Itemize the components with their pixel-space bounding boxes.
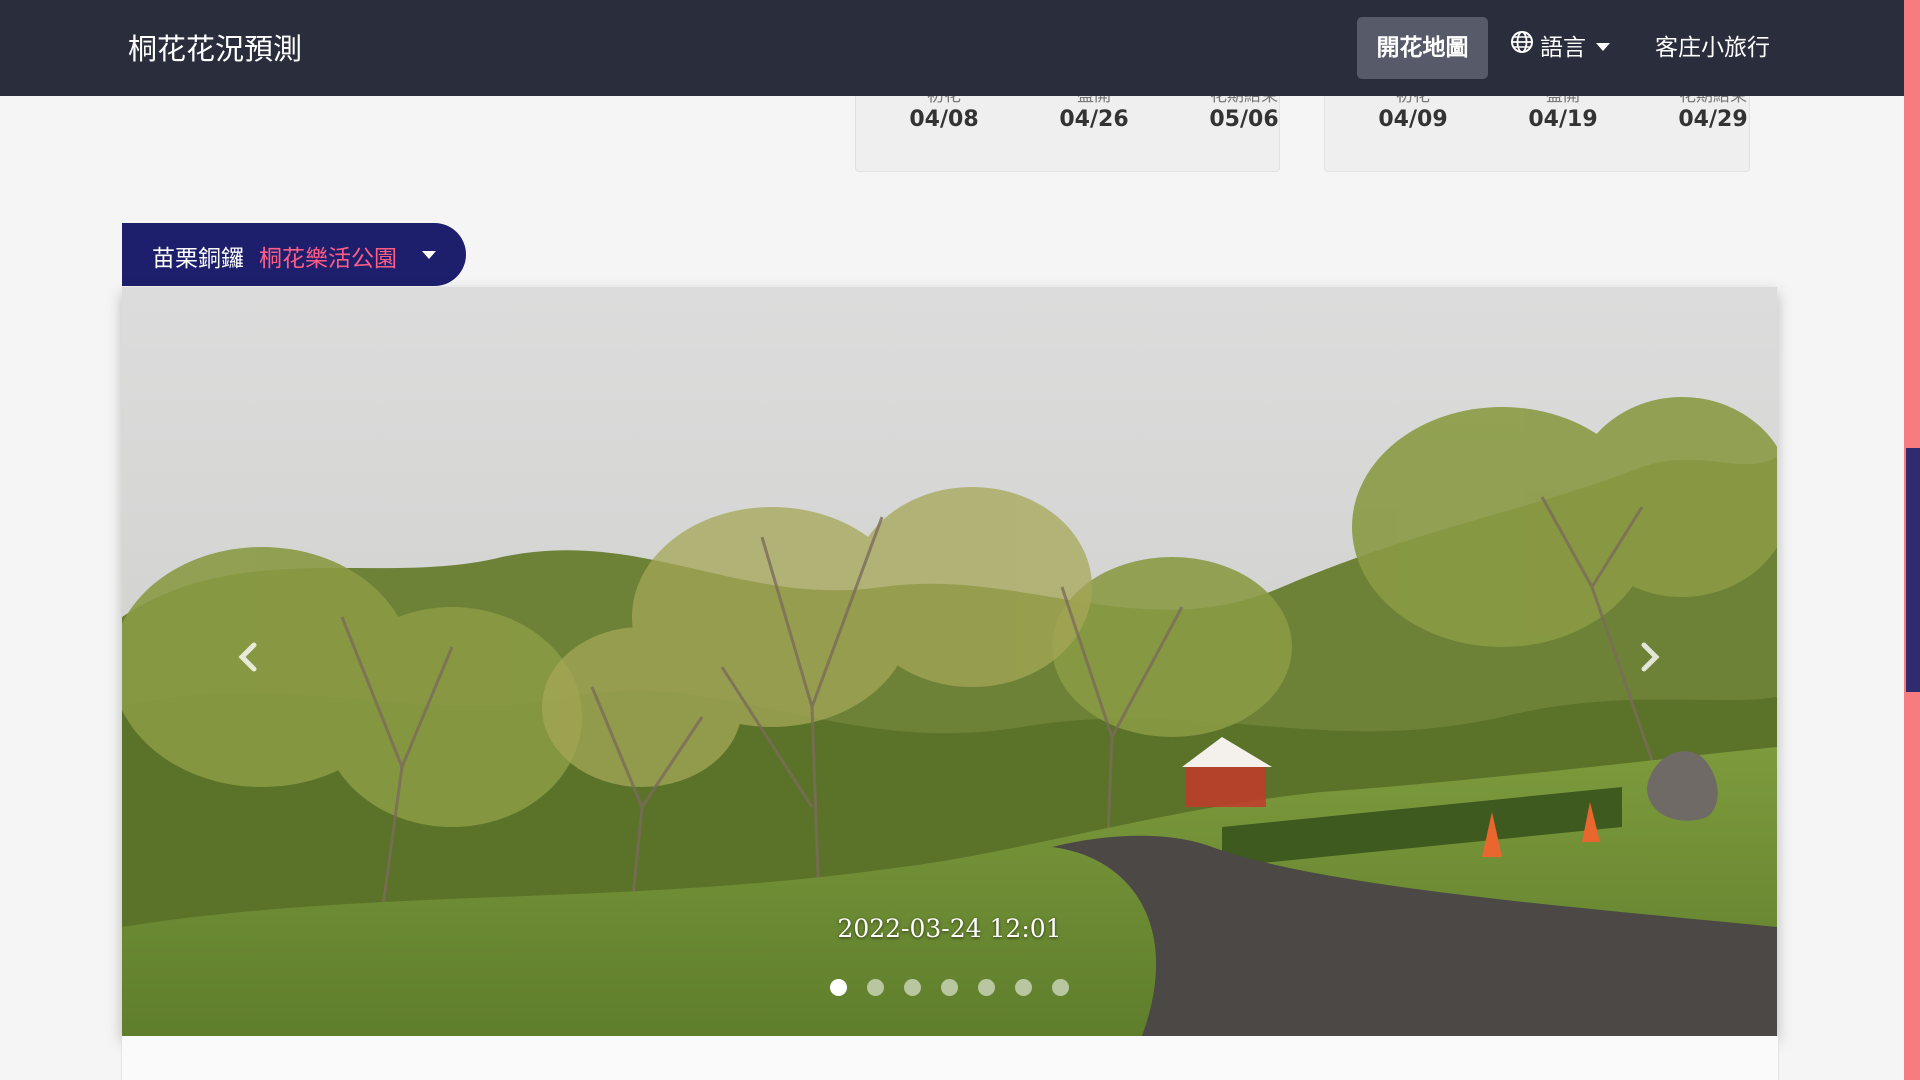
caret-down-icon bbox=[1596, 42, 1610, 51]
nav-hakka-trip[interactable]: 客庄小旅行 bbox=[1655, 17, 1770, 79]
stage-date: 04/26 bbox=[1059, 107, 1129, 132]
chevron-right-icon bbox=[1641, 642, 1660, 672]
location-selector[interactable]: 苗栗銅鑼 桐花樂活公園 bbox=[122, 223, 466, 286]
globe-icon bbox=[1510, 16, 1534, 78]
photo-timestamp: 2022-03-24 12:01 bbox=[837, 914, 1062, 943]
stage-date: 04/29 bbox=[1678, 107, 1748, 132]
stage-date: 04/19 bbox=[1528, 107, 1598, 132]
location-region: 苗栗銅鑼 bbox=[152, 246, 244, 272]
carousel-prev-control[interactable] bbox=[218, 627, 278, 687]
stage-date: 05/06 bbox=[1209, 107, 1279, 132]
top-navbar: 桐花花況預測 開花地圖 語言 客庄小旅行 bbox=[0, 0, 1904, 96]
stage-date: 04/09 bbox=[1378, 107, 1448, 132]
language-label: 語言 bbox=[1540, 35, 1586, 61]
carousel-indicator[interactable] bbox=[941, 979, 958, 996]
page-scrollbar-thumb[interactable] bbox=[1906, 448, 1920, 692]
carousel-indicator[interactable] bbox=[867, 979, 884, 996]
location-site: 桐花樂活公園 bbox=[259, 246, 397, 272]
carousel-indicator[interactable] bbox=[830, 979, 847, 996]
content-panel bbox=[121, 1036, 1779, 1080]
carousel-indicators bbox=[122, 979, 1777, 996]
nav-language-dropdown[interactable]: 語言 bbox=[1510, 17, 1610, 79]
carousel-indicator[interactable] bbox=[1052, 979, 1069, 996]
carousel-indicator[interactable] bbox=[904, 979, 921, 996]
photo-carousel: 2022-03-24 12:01 bbox=[122, 287, 1777, 1036]
nav-bloom-map[interactable]: 開花地圖 bbox=[1357, 17, 1488, 79]
site-brand[interactable]: 桐花花況預測 bbox=[128, 26, 302, 68]
stage-date: 04/08 bbox=[909, 107, 979, 132]
carousel-indicator[interactable] bbox=[1015, 979, 1032, 996]
caret-down-icon bbox=[422, 251, 436, 259]
chevron-left-icon bbox=[238, 642, 257, 672]
carousel-indicator[interactable] bbox=[978, 979, 995, 996]
carousel-next-control[interactable] bbox=[1620, 627, 1680, 687]
